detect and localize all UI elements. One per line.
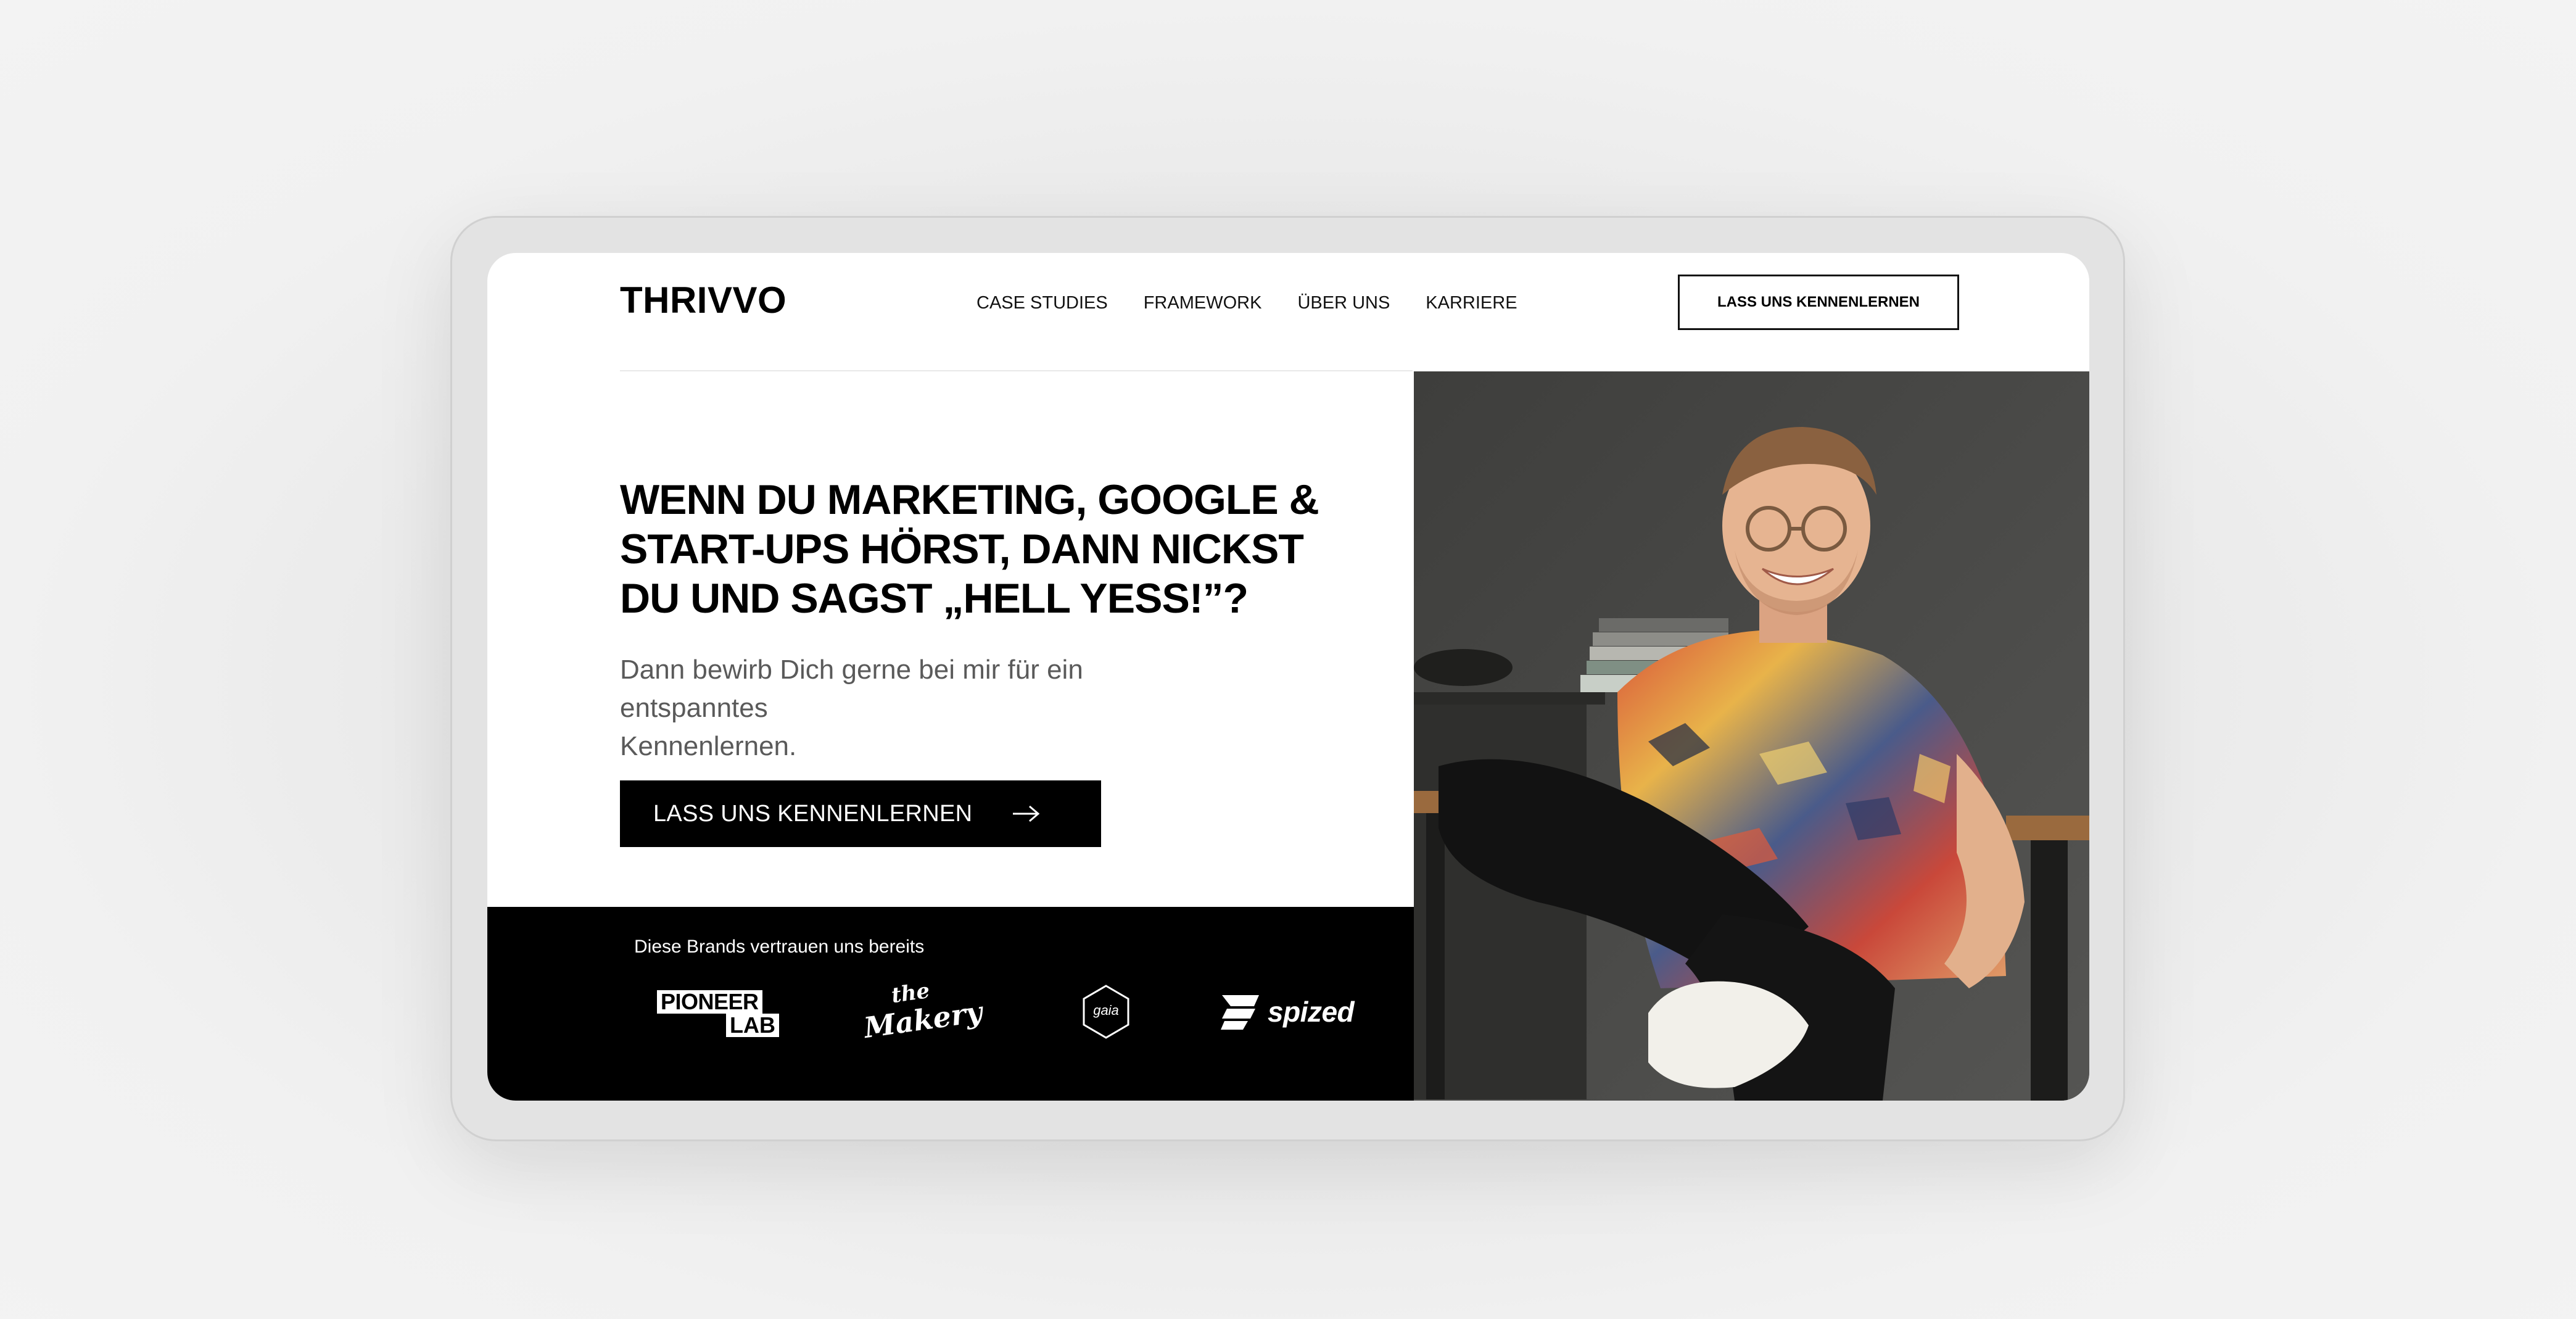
hero-photo (1414, 371, 2089, 1101)
subline-line: Dann bewirb Dich gerne bei mir für ein e… (620, 655, 1083, 723)
brands-section: Diese Brands vertrauen uns bereits PIONE… (487, 907, 1414, 1101)
hero-cta-label: LASS UNS KENNENLERNEN (653, 800, 973, 827)
hero-subline: Dann bewirb Dich gerne bei mir für ein e… (620, 651, 1237, 766)
site-logo[interactable]: THRIVVO (620, 279, 786, 321)
spized-logo-text: spized (1268, 996, 1355, 1028)
website-screen: THRIVVO CASE STUDIES FRAMEWORK ÜBER UNS … (487, 253, 2089, 1101)
nav-ueber-uns[interactable]: ÜBER UNS (1297, 293, 1390, 313)
spized-logo-mark (1221, 995, 1259, 1030)
the-makery-logo-line2: Makery (862, 994, 985, 1045)
the-makery-logo: the Makery (862, 978, 984, 1044)
person-photo-illustration (1414, 371, 2089, 1101)
arrow-right-icon (1013, 805, 1040, 822)
hero-headline: WENN DU MARKETING, GOOGLE & START-UPS HÖ… (620, 475, 1329, 623)
headline-line: WENN DU MARKETING, GOOGLE & (620, 476, 1319, 523)
nav-framework[interactable]: FRAMEWORK (1144, 293, 1262, 313)
subline-line: Kennenlernen. (620, 731, 797, 761)
headline-line: START-UPS HÖRST, DANN NICKST (620, 526, 1304, 573)
hero-cta-button[interactable]: LASS UNS KENNENLERNEN (620, 780, 1101, 847)
pioneer-lab-logo: PIONEER LAB (657, 990, 780, 1040)
main-nav: CASE STUDIES FRAMEWORK ÜBER UNS KARRIERE (976, 293, 1553, 313)
pioneer-lab-logo-line1: PIONEER (657, 990, 762, 1014)
gaia-logo-text: gaia (1093, 1003, 1119, 1018)
header-cta-button[interactable]: LASS UNS KENNENLERNEN (1678, 275, 1959, 330)
header-divider (620, 370, 1413, 371)
spized-logo: spized (1218, 990, 1366, 1033)
nav-karriere[interactable]: KARRIERE (1426, 293, 1517, 313)
nav-case-studies[interactable]: CASE STUDIES (976, 293, 1108, 313)
pioneer-lab-logo-line2: LAB (726, 1014, 779, 1037)
brands-caption: Diese Brands vertrauen uns bereits (634, 937, 925, 957)
gaia-logo: gaia (1081, 984, 1131, 1040)
headline-line: DU UND SAGST „HELL YESS!”? (620, 575, 1249, 622)
